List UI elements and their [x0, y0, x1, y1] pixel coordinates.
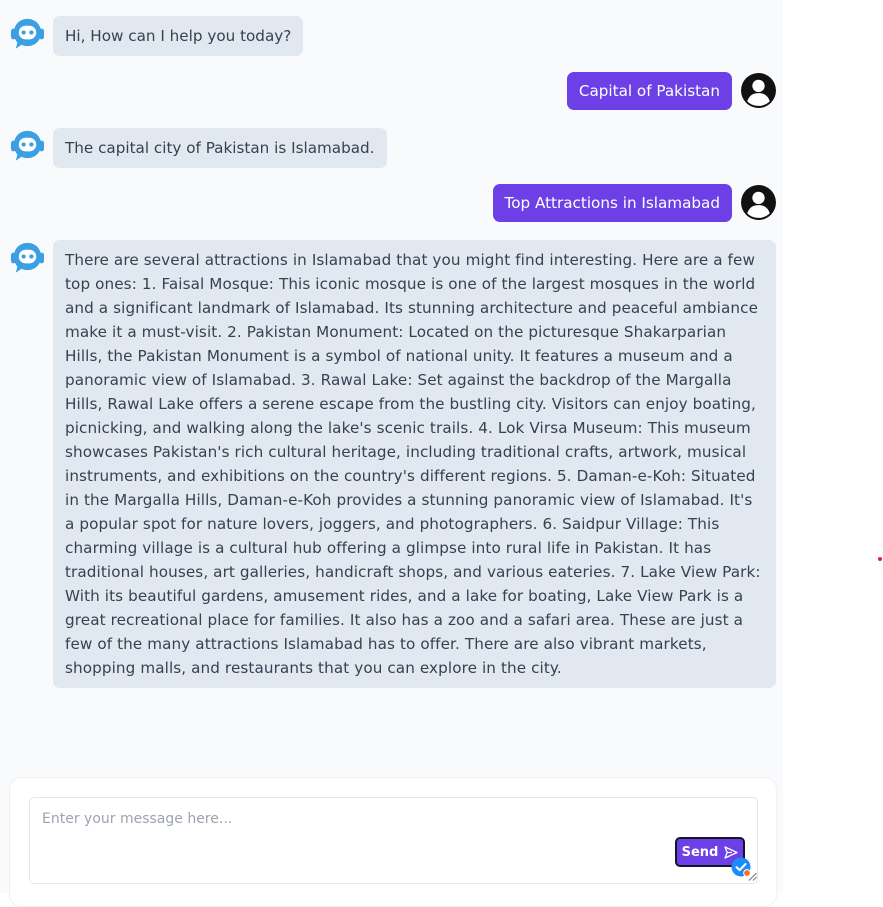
- bot-message: Hi, How can I help you today?: [53, 16, 304, 56]
- bot-message-row: The capital city of Pakistan is Islamaba…: [10, 128, 387, 168]
- chatbot-icon: [10, 128, 45, 163]
- user-message-row: Top Attractions in Islamabad: [492, 184, 778, 222]
- bot-message: There are several attractions in Islamab…: [53, 240, 776, 688]
- message-composer: Send: [9, 777, 777, 907]
- chatbot-icon: [10, 240, 45, 275]
- indicator-dot: [878, 557, 882, 561]
- message-input[interactable]: [29, 797, 758, 884]
- chat-panel: Hi, How can I help you today? Capital of…: [0, 0, 783, 907]
- resize-handle-icon[interactable]: [748, 872, 757, 881]
- user-circle-icon: [740, 72, 777, 109]
- user-message: Top Attractions in Islamabad: [492, 184, 732, 222]
- bot-message: The capital city of Pakistan is Islamaba…: [53, 128, 387, 168]
- send-label: Send: [681, 844, 719, 860]
- chatbot-icon: [10, 16, 45, 51]
- bot-message-row: Hi, How can I help you today?: [10, 16, 304, 56]
- user-message: Capital of Pakistan: [566, 72, 732, 110]
- bot-message-row: There are several attractions in Islamab…: [10, 240, 776, 688]
- user-message-row: Capital of Pakistan: [566, 72, 777, 110]
- user-circle-icon: [740, 184, 777, 221]
